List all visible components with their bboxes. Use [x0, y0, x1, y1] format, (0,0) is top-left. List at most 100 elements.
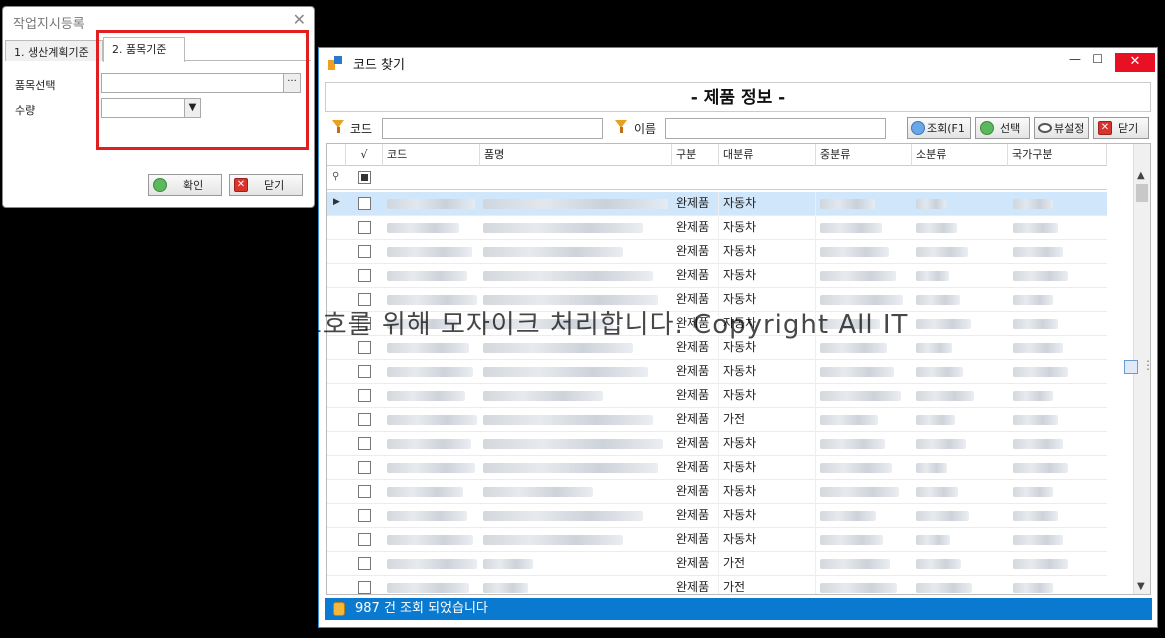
row-checkbox[interactable]	[358, 437, 371, 450]
header-minor[interactable]: 소분류	[912, 144, 1008, 166]
table-row[interactable]: 완제품 자동차	[327, 264, 1107, 288]
row-checkbox[interactable]	[358, 365, 371, 378]
filter-row[interactable]: ⚲	[327, 166, 1107, 190]
select-all-checkbox[interactable]	[358, 171, 371, 184]
quantity-label: 수량	[15, 104, 36, 117]
chevron-up-icon[interactable]: ▲	[1137, 170, 1145, 181]
maximize-icon[interactable]: ☐	[1092, 52, 1103, 66]
app-icon	[328, 56, 342, 70]
table-row[interactable]: 완제품 자동차	[327, 432, 1107, 456]
header-major[interactable]: 대분류	[719, 144, 816, 166]
cell-major: 자동차	[719, 480, 816, 504]
masked-name	[483, 463, 658, 473]
table-row[interactable]: 완제품 자동차	[327, 456, 1107, 480]
eye-icon	[1038, 123, 1052, 133]
header-type[interactable]: 구분	[672, 144, 719, 166]
search-button[interactable]: 조회(F1	[907, 117, 971, 139]
row-checkbox[interactable]	[358, 245, 371, 258]
masked-middle	[820, 463, 892, 473]
table-row[interactable]: 완제품 자동차	[327, 504, 1107, 528]
row-checkbox[interactable]	[358, 557, 371, 570]
status-text: 987 건 조회 되었습니다	[355, 601, 488, 616]
table-row[interactable]: 완제품 자동차	[327, 360, 1107, 384]
row-checkbox[interactable]	[358, 269, 371, 282]
masked-middle	[820, 391, 901, 401]
row-checkbox[interactable]	[358, 413, 371, 426]
masked-code	[387, 367, 473, 377]
filter-icon	[332, 120, 345, 133]
pin-icon: ⚲	[332, 171, 340, 182]
table-row[interactable]: 완제품 자동차	[327, 480, 1107, 504]
close-label: 닫기	[1118, 122, 1139, 135]
table-row[interactable]: 완제품 가전	[327, 576, 1107, 594]
row-checkbox[interactable]	[358, 461, 371, 474]
masked-minor	[916, 559, 961, 569]
search-label: 조회(F1	[927, 122, 965, 135]
masked-minor	[916, 247, 968, 257]
cell-major: 자동차	[719, 216, 816, 240]
table-row[interactable]: 완제품 자동차	[327, 216, 1107, 240]
check-icon	[980, 121, 994, 135]
tab-production-plan[interactable]: 1. 생산계획기준	[5, 40, 103, 61]
header-name[interactable]: 품명	[480, 144, 672, 166]
row-checkbox[interactable]	[358, 485, 371, 498]
masked-middle	[820, 535, 883, 545]
row-checkbox[interactable]	[358, 389, 371, 402]
close-label: 닫기	[264, 179, 285, 192]
table-row[interactable]: ▶ 완제품 자동차	[327, 192, 1107, 216]
masked-name	[483, 535, 623, 545]
row-checkbox[interactable]	[358, 581, 371, 594]
masked-code	[387, 463, 475, 473]
masked-name	[483, 583, 528, 593]
name-search-input[interactable]	[665, 118, 886, 139]
table-row[interactable]: 완제품 가전	[327, 552, 1107, 576]
cell-type: 완제품	[672, 360, 719, 384]
title-bar: 코드 찾기 — ☐ ✕	[319, 48, 1157, 78]
scroll-thumb[interactable]	[1136, 184, 1148, 202]
masked-minor	[916, 487, 958, 497]
header-check[interactable]: √	[346, 144, 383, 166]
masked-middle	[820, 271, 896, 281]
code-search-input[interactable]	[382, 118, 603, 139]
row-checkbox[interactable]	[358, 509, 371, 522]
cell-type: 완제품	[672, 240, 719, 264]
product-grid[interactable]: √ 코드 품명 구분 대분류 중분류 소분류 국가구분 ⚲ ▶ 완제품 자동차 완제품…	[326, 143, 1151, 595]
masked-code	[387, 343, 469, 353]
table-row[interactable]: 완제품 자동차	[327, 384, 1107, 408]
row-checkbox[interactable]	[358, 341, 371, 354]
page-title: - 제품 정보 -	[325, 82, 1151, 112]
table-row[interactable]: 완제품 자동차	[327, 528, 1107, 552]
view-settings-label: 뷰설정	[1054, 122, 1085, 135]
chevron-down-icon[interactable]: ▼	[1137, 581, 1145, 592]
close-icon[interactable]: ✕	[293, 10, 306, 29]
table-row[interactable]: 완제품 가전	[327, 408, 1107, 432]
header-country[interactable]: 국가구분	[1008, 144, 1107, 166]
minimize-icon[interactable]: —	[1069, 52, 1081, 66]
view-settings-button[interactable]: 뷰설정	[1034, 117, 1089, 139]
window-close-icon[interactable]: ✕	[1115, 53, 1155, 72]
masked-middle	[820, 487, 899, 497]
row-checkbox[interactable]	[358, 221, 371, 234]
cell-type: 완제품	[672, 384, 719, 408]
masked-minor	[916, 367, 963, 377]
expand-icon[interactable]	[1124, 360, 1138, 374]
filter-icon	[615, 120, 628, 133]
masked-name	[483, 487, 593, 497]
row-checkbox[interactable]	[358, 197, 371, 210]
more-icon[interactable]: ⋮	[1142, 358, 1154, 372]
select-button[interactable]: 선택	[975, 117, 1030, 139]
masked-country	[1013, 487, 1053, 497]
table-row[interactable]: 완제품 자동차	[327, 240, 1107, 264]
close-button[interactable]: ✕ 닫기	[1093, 117, 1149, 139]
header-code[interactable]: 코드	[383, 144, 480, 166]
search-icon	[911, 121, 925, 135]
close-button[interactable]: ✕ 닫기	[229, 174, 303, 196]
masked-minor	[916, 439, 966, 449]
confirm-button[interactable]: 확인	[148, 174, 222, 196]
header-middle[interactable]: 중분류	[816, 144, 912, 166]
masked-code	[387, 535, 473, 545]
masked-middle	[820, 439, 885, 449]
row-checkbox[interactable]	[358, 533, 371, 546]
masked-country	[1013, 295, 1053, 305]
row-indicator-header	[327, 144, 346, 166]
